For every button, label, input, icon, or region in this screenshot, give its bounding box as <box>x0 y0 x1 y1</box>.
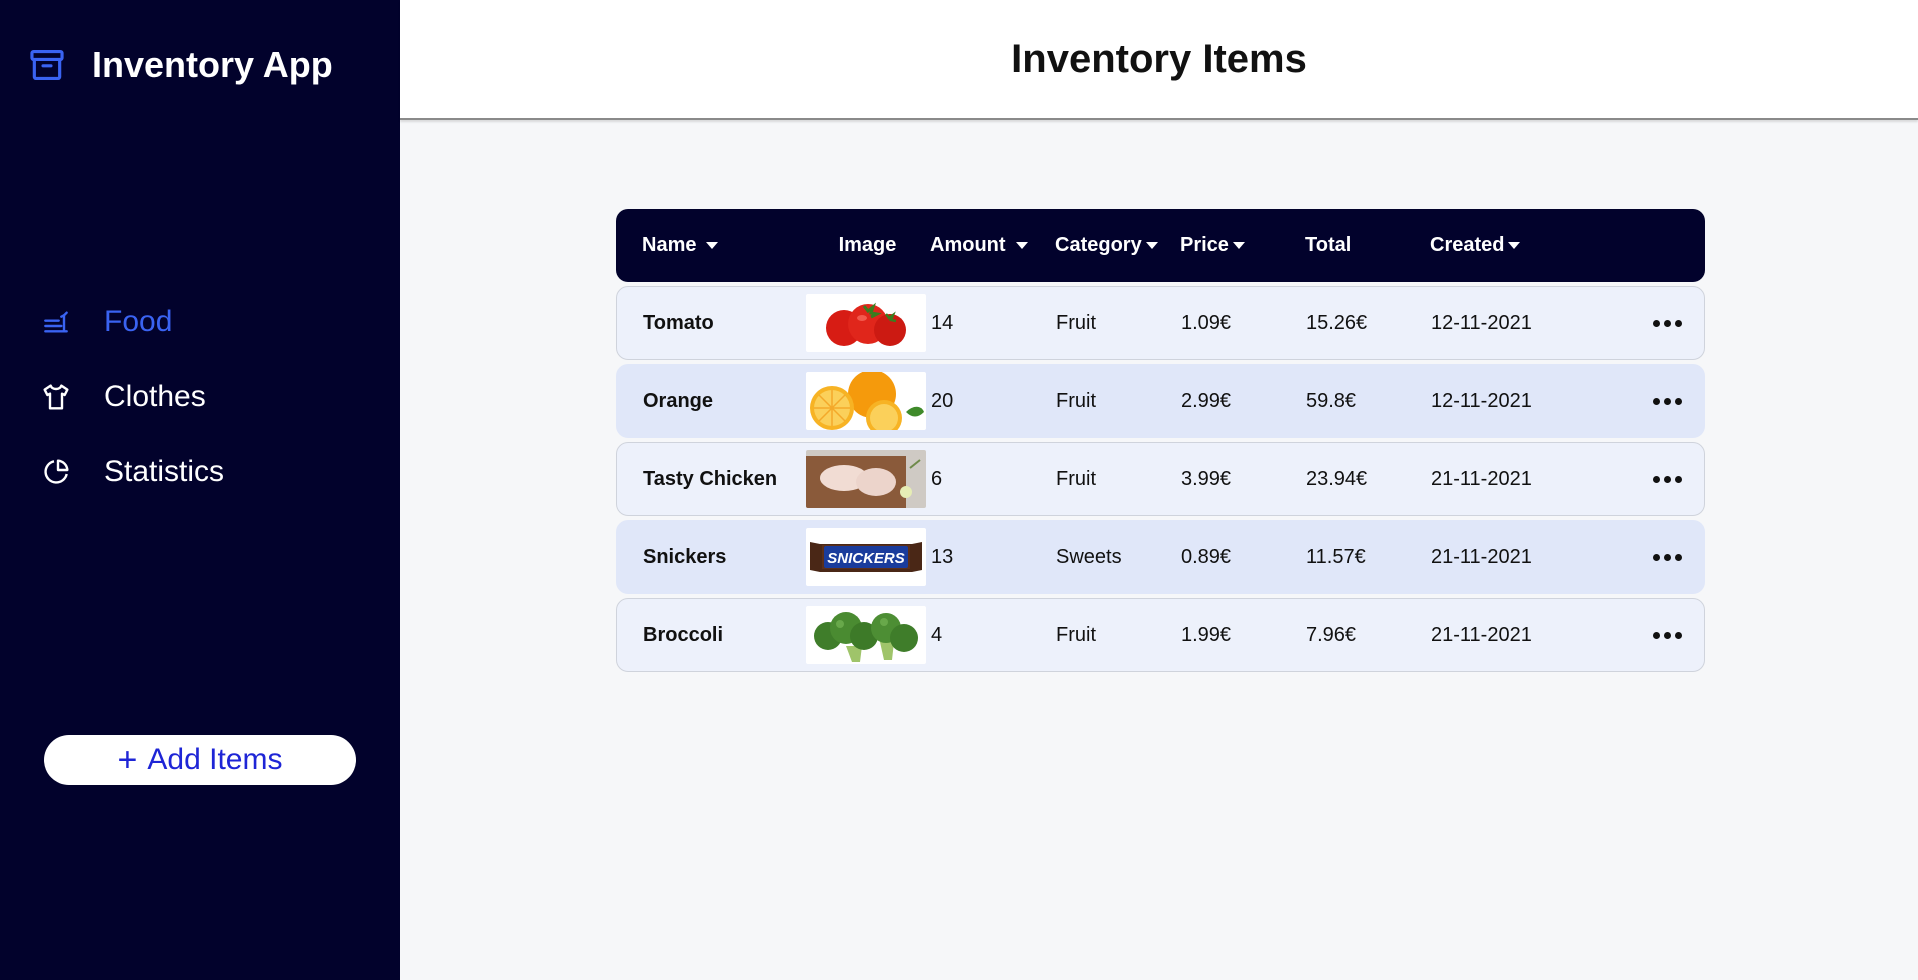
cell-category: Fruit <box>1056 467 1096 490</box>
sidebar-item-label: Food <box>104 304 173 338</box>
orange-image <box>806 372 926 430</box>
column-label: Image <box>838 234 897 256</box>
cell-actions <box>1556 468 1706 491</box>
table-row[interactable]: Tasty Chicken 6 Fruit 3.99€ 23.94€ 21-11… <box>616 442 1705 516</box>
column-header-created[interactable]: Created <box>1430 234 1555 257</box>
table-header: Name Image Amount Category Price Total C… <box>616 209 1705 282</box>
cell-image <box>806 606 931 664</box>
cell-price: 0.89€ <box>1181 545 1232 568</box>
table-row[interactable]: Orange 20 Fruit 2.99€ 59.8€ 12-11-2021 <box>616 364 1705 438</box>
cell-price: 3.99€ <box>1181 467 1232 490</box>
cell-total: 11.57€ <box>1306 545 1366 568</box>
cell-actions <box>1556 390 1706 413</box>
cell-category: Sweets <box>1056 545 1122 568</box>
column-header-total: Total <box>1305 234 1430 257</box>
more-horizontal-icon[interactable] <box>1649 312 1686 335</box>
tomato-image <box>806 294 926 352</box>
cell-price: 1.99€ <box>1181 623 1232 646</box>
more-horizontal-icon[interactable] <box>1649 546 1686 569</box>
page-title: Inventory Items <box>1011 36 1307 81</box>
sort-down-icon <box>1145 242 1158 249</box>
more-horizontal-icon[interactable] <box>1649 468 1686 491</box>
cell-total: 15.26€ <box>1306 311 1368 334</box>
cell-total: 7.96€ <box>1306 623 1357 646</box>
column-label: Price <box>1180 234 1229 256</box>
column-label: Name <box>642 234 697 256</box>
sidebar-item-label: Clothes <box>104 379 206 413</box>
cell-created: 21-11-2021 <box>1431 623 1532 646</box>
cell-image <box>806 372 931 430</box>
cell-name: Orange <box>643 389 714 412</box>
column-header-category[interactable]: Category <box>1055 234 1180 257</box>
cell-image: SNICKERS <box>806 528 931 586</box>
snickers-image: SNICKERS <box>806 528 926 586</box>
cell-name: Broccoli <box>643 623 724 646</box>
column-label: Category <box>1055 234 1142 256</box>
inventory-table: Name Image Amount Category Price Total C… <box>616 209 1705 672</box>
cell-amount: 14 <box>931 311 954 334</box>
cell-category: Fruit <box>1056 623 1096 646</box>
cell-created: 21-11-2021 <box>1431 545 1532 568</box>
table-row[interactable]: Snickers SNICKERS 13 Sweets 0.89€ 11.57€… <box>616 520 1705 594</box>
app-title: Inventory App <box>92 44 333 85</box>
table-row[interactable]: Tomato 14 Fruit 1.09€ 15.26€ 12-11-2021 <box>616 286 1705 360</box>
plus-icon: + <box>117 741 138 779</box>
cell-name: Tasty Chicken <box>643 467 778 490</box>
cell-image <box>806 294 931 352</box>
sidebar-item-food[interactable]: Food <box>40 284 224 359</box>
sort-down-icon <box>1015 242 1028 249</box>
page-header: Inventory Items <box>400 0 1918 120</box>
cell-name: Snickers <box>643 545 727 568</box>
cell-total: 59.8€ <box>1306 389 1357 412</box>
cell-image <box>806 450 931 508</box>
column-label: Total <box>1305 234 1352 256</box>
brand: Inventory App <box>28 44 333 86</box>
cell-actions <box>1556 312 1706 335</box>
column-label: Created <box>1430 234 1505 256</box>
food-icon <box>44 310 68 333</box>
sidebar-nav: Food Clothes Statistics <box>40 284 224 509</box>
chicken-image <box>806 450 926 508</box>
table-row[interactable]: Broccoli 4 Fruit 1.99€ 7.96€ 21-11-2021 <box>616 598 1705 672</box>
sort-down-icon <box>1508 242 1521 249</box>
cell-amount: 4 <box>931 623 943 646</box>
sort-down-icon <box>706 242 719 249</box>
cell-price: 1.09€ <box>1181 311 1232 334</box>
column-label: Amount <box>930 234 1006 256</box>
cell-amount: 13 <box>931 545 954 568</box>
sort-down-icon <box>1232 242 1245 249</box>
column-header-name[interactable]: Name <box>616 234 805 257</box>
add-items-button[interactable]: + Add Items <box>44 735 356 785</box>
cell-created: 12-11-2021 <box>1431 389 1532 412</box>
cell-category: Fruit <box>1056 389 1096 412</box>
pie-chart-icon <box>44 458 69 484</box>
cell-price: 2.99€ <box>1181 389 1232 412</box>
cell-category: Fruit <box>1056 311 1096 334</box>
cell-actions <box>1556 624 1706 647</box>
column-header-price[interactable]: Price <box>1180 234 1305 257</box>
cell-actions <box>1556 546 1706 569</box>
more-horizontal-icon[interactable] <box>1649 624 1686 647</box>
archive-icon <box>30 49 64 81</box>
cell-created: 12-11-2021 <box>1431 311 1532 334</box>
sidebar-item-statistics[interactable]: Statistics <box>40 434 224 509</box>
column-header-image: Image <box>805 234 930 257</box>
column-header-amount[interactable]: Amount <box>930 234 1055 257</box>
cell-created: 21-11-2021 <box>1431 467 1532 490</box>
sidebar-item-label: Statistics <box>104 454 225 488</box>
cell-name: Tomato <box>643 311 714 334</box>
shirt-icon <box>43 383 69 410</box>
more-horizontal-icon[interactable] <box>1649 390 1686 413</box>
cell-amount: 6 <box>931 467 943 490</box>
sidebar: Inventory App Food Clothes Statistics + … <box>0 0 400 980</box>
add-items-label: Add Items <box>147 743 283 776</box>
broccoli-image <box>806 606 926 664</box>
cell-total: 23.94€ <box>1306 467 1368 490</box>
sidebar-item-clothes[interactable]: Clothes <box>40 359 224 434</box>
cell-amount: 20 <box>931 389 954 412</box>
snickers-wrapper-text: SNICKERS <box>827 550 905 567</box>
